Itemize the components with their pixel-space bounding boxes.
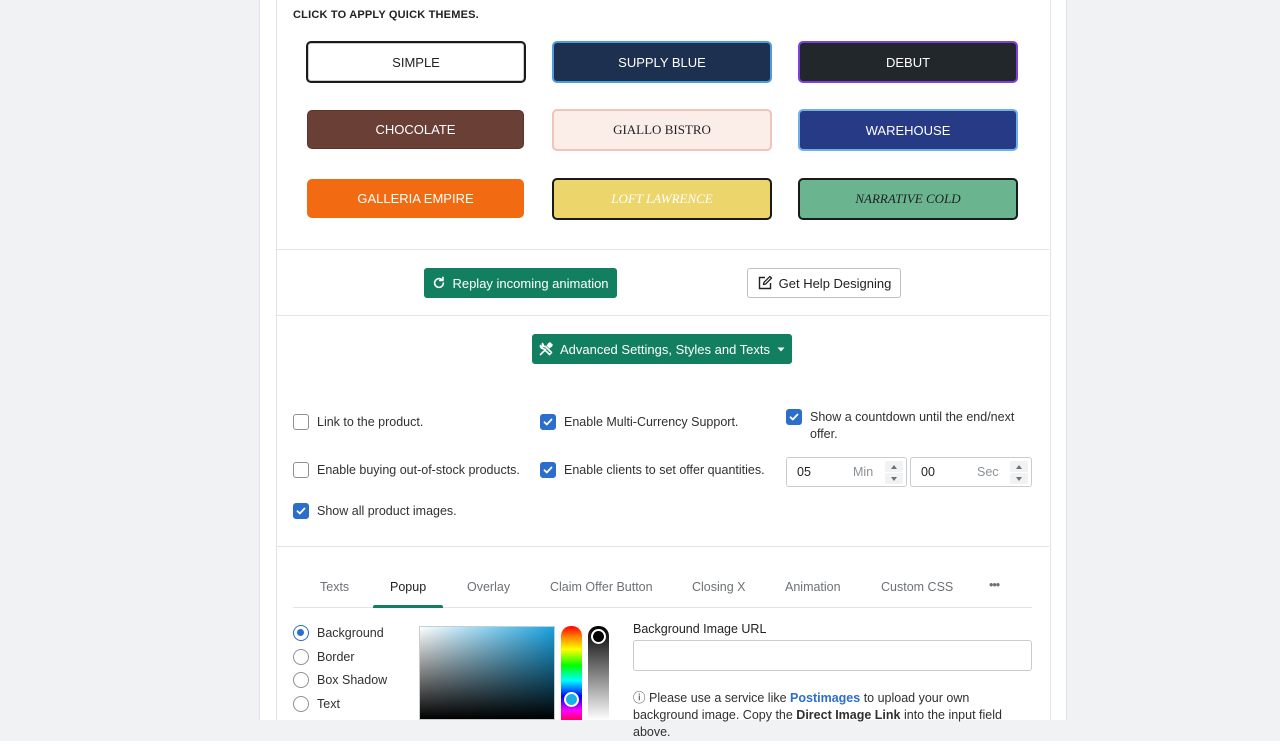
- option-multi-currency[interactable]: Enable Multi-Currency Support.: [540, 414, 739, 430]
- link-product-label: Link to the product.: [317, 415, 424, 429]
- tab-custom-css[interactable]: Custom CSS: [881, 580, 953, 594]
- multi-currency-label: Enable Multi-Currency Support.: [564, 415, 739, 429]
- out-of-stock-label: Enable buying out-of-stock products.: [317, 463, 520, 477]
- box-shadow-radio-label: Box Shadow: [317, 673, 388, 687]
- checkmark-icon: [543, 466, 553, 474]
- text-radio-label: Text: [317, 697, 340, 711]
- option-countdown[interactable]: Show a countdown until the end/next offe…: [786, 409, 1026, 443]
- theme-chocolate[interactable]: CHOCOLATE: [307, 110, 524, 149]
- get-help-designing-button[interactable]: Get Help Designing: [747, 268, 901, 298]
- checkmark-icon: [543, 418, 553, 426]
- border-radio[interactable]: [293, 649, 309, 665]
- advanced-settings-label: Advanced Settings, Styles and Texts: [559, 341, 771, 357]
- theme-giallo-bistro[interactable]: GIALLO BISTRO: [552, 109, 772, 151]
- postimages-link[interactable]: Postimages: [790, 691, 860, 705]
- theme-warehouse[interactable]: WAREHOUSE: [798, 109, 1018, 151]
- tab-popup[interactable]: Popup: [390, 580, 426, 594]
- refresh-icon: [434, 276, 445, 289]
- more-tabs-icon[interactable]: •••: [989, 578, 1000, 592]
- active-tab-indicator: [373, 605, 443, 608]
- checkmark-icon: [789, 413, 799, 421]
- arrow-down-icon: [1016, 476, 1022, 481]
- hue-slider-handle[interactable]: [564, 692, 579, 707]
- minutes-decrement[interactable]: [885, 473, 903, 484]
- arrow-up-icon: [1016, 464, 1022, 469]
- tools-icon: [539, 341, 554, 356]
- set-quantities-label: Enable clients to set offer quantities.: [564, 463, 765, 477]
- theme-galleria-empire[interactable]: GALLERIA EMPIRE: [307, 179, 524, 218]
- get-help-label: Get Help Designing: [778, 275, 892, 291]
- caret-down-icon: [777, 347, 785, 352]
- color-saturation-area[interactable]: [419, 626, 555, 720]
- theme-narrative-cold[interactable]: NARRATIVE COLD: [798, 178, 1018, 220]
- tab-claim-offer-button[interactable]: Claim Offer Button: [550, 580, 653, 594]
- theme-loft-lawrence[interactable]: LOFT LAWRENCE: [552, 178, 772, 220]
- background-radio[interactable]: [293, 625, 309, 641]
- divider: [276, 546, 1049, 547]
- help-prefix: Please use a service like: [649, 691, 791, 705]
- option-set-quantities[interactable]: Enable clients to set offer quantities.: [540, 462, 765, 478]
- minutes-stepper[interactable]: 05 Min: [786, 457, 907, 487]
- option-link-product[interactable]: Link to the product.: [293, 414, 424, 430]
- bg-image-help-text: ⓘ Please use a service like Postimages t…: [633, 690, 1033, 741]
- theme-supply-blue[interactable]: SUPPLY BLUE: [552, 41, 772, 83]
- border-radio-label: Border: [317, 650, 355, 664]
- hue-slider[interactable]: [561, 626, 582, 720]
- quick-themes-title: CLICK TO APPLY QUICK THEMES.: [293, 9, 479, 21]
- show-images-label: Show all product images.: [317, 504, 457, 518]
- box-shadow-radio[interactable]: [293, 672, 309, 688]
- background-radio-label: Background: [317, 626, 384, 640]
- alpha-slider[interactable]: [588, 626, 609, 720]
- set-quantities-checkbox[interactable]: [540, 462, 556, 478]
- replay-animation-button[interactable]: Replay incoming animation: [424, 268, 617, 298]
- target-text[interactable]: Text: [293, 696, 340, 712]
- info-icon: ⓘ: [633, 691, 646, 705]
- checkmark-icon: [296, 507, 306, 515]
- target-background[interactable]: Background: [293, 625, 384, 641]
- link-product-checkbox[interactable]: [293, 414, 309, 430]
- bg-image-label: Background Image URL: [633, 622, 767, 636]
- show-images-checkbox[interactable]: [293, 503, 309, 519]
- divider: [276, 315, 1049, 316]
- text-radio[interactable]: [293, 696, 309, 712]
- seconds-increment[interactable]: [1010, 461, 1028, 472]
- countdown-checkbox[interactable]: [786, 409, 802, 425]
- seconds-value: 00: [921, 465, 935, 479]
- option-show-images[interactable]: Show all product images.: [293, 503, 457, 519]
- seconds-stepper[interactable]: 00 Sec: [910, 457, 1032, 487]
- option-out-of-stock[interactable]: Enable buying out-of-stock products.: [293, 462, 520, 478]
- replay-animation-label: Replay incoming animation: [452, 275, 609, 291]
- seconds-unit: Sec: [977, 465, 999, 479]
- arrow-down-icon: [891, 476, 897, 481]
- divider: [276, 249, 1049, 250]
- theme-simple[interactable]: SIMPLE: [306, 41, 526, 83]
- theme-debut[interactable]: DEBUT: [798, 41, 1018, 83]
- edit-icon: [758, 275, 772, 290]
- minutes-value: 05: [797, 465, 811, 479]
- minutes-increment[interactable]: [885, 461, 903, 472]
- target-border[interactable]: Border: [293, 649, 355, 665]
- tab-closing-x[interactable]: Closing X: [692, 580, 746, 594]
- countdown-label: Show a countdown until the end/next offe…: [810, 410, 1015, 441]
- alpha-slider-handle[interactable]: [591, 629, 606, 644]
- out-of-stock-checkbox[interactable]: [293, 462, 309, 478]
- tab-overlay[interactable]: Overlay: [467, 580, 510, 594]
- tab-texts[interactable]: Texts: [320, 580, 349, 594]
- advanced-settings-button[interactable]: Advanced Settings, Styles and Texts: [532, 334, 792, 364]
- seconds-decrement[interactable]: [1010, 473, 1028, 484]
- bg-image-url-input[interactable]: [633, 640, 1032, 671]
- minutes-unit: Min: [853, 465, 874, 479]
- arrow-up-icon: [891, 464, 897, 469]
- tab-animation[interactable]: Animation: [785, 580, 841, 594]
- target-box-shadow[interactable]: Box Shadow: [293, 672, 387, 688]
- multi-currency-checkbox[interactable]: [540, 414, 556, 430]
